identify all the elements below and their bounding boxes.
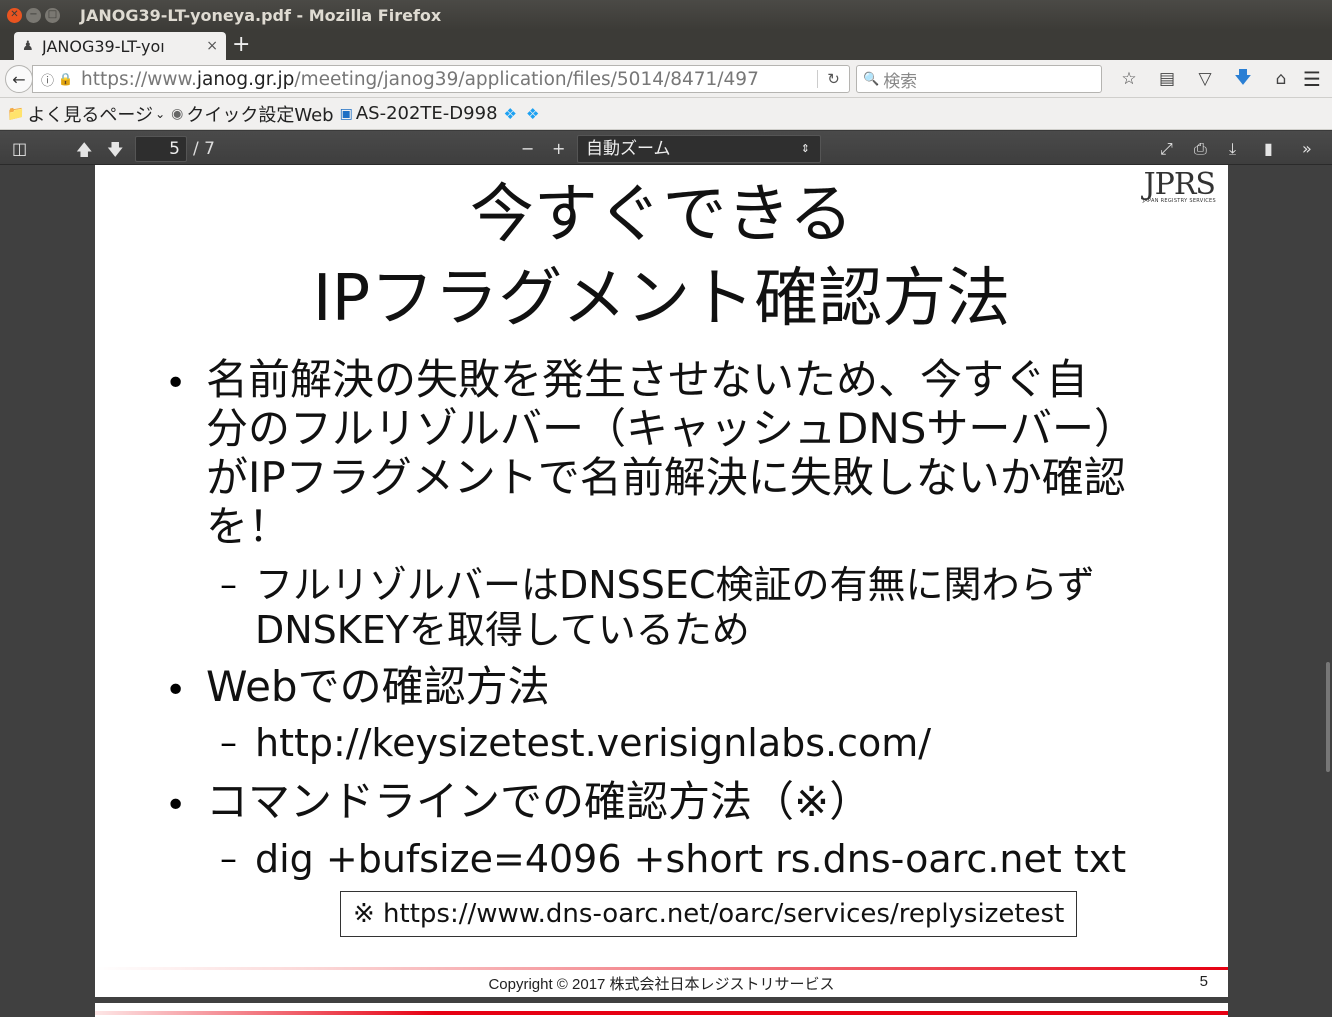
back-button[interactable]: ← xyxy=(5,65,33,93)
scrollbar-thumb[interactable] xyxy=(1326,662,1330,772)
next-page-header-line xyxy=(95,1011,1228,1015)
search-input[interactable]: 🔍 検索 xyxy=(856,65,1102,93)
zoom-out-button[interactable]: − xyxy=(521,139,534,158)
sub-bullet-marker: – xyxy=(220,723,237,763)
url-bar[interactable]: ⓘ 🔒 https://www.janog.gr.jp/meeting/jano… xyxy=(32,65,850,93)
pdf-icon: ♟ xyxy=(22,38,34,54)
pdf-toolbar: ◫ 🡅 🡇 5 / 7 − + 自動ズーム ⇕ ⤢ ⎙ ⤓ ▮ » xyxy=(0,131,1332,165)
print-icon[interactable]: ⎙ xyxy=(1194,139,1207,159)
select-arrow-icon: ⇕ xyxy=(800,142,810,155)
folder-icon: 📁 xyxy=(7,105,25,122)
slide-title-line: IPフラグメント確認方法 xyxy=(312,262,1011,336)
slide-title-line: 今すぐできる xyxy=(469,178,854,252)
minimize-window-button[interactable]: − xyxy=(26,7,41,23)
bookmark-label: よく見るページ xyxy=(27,104,154,126)
tab-strip: ♟ JANOG39-LT-yoı × + xyxy=(0,30,1332,60)
bullet-line: がIPフラグメントで名前解決に失敗しないか確認 xyxy=(206,453,1126,502)
previous-page-icon[interactable]: 🡅 xyxy=(76,139,92,166)
chevron-down-icon: ⌄ xyxy=(155,106,166,121)
pdf-viewer[interactable]: JPRS JAPAN REGISTRY SERVICES 今すぐできる IPフラ… xyxy=(0,165,1332,1017)
sub-bullet-text: フルリゾルバーはDNSSEC検証の有無に関わらず DNSKEYを取得しているため xyxy=(255,563,1095,653)
next-pdf-page xyxy=(95,1003,1228,1017)
sub-bullet-link: http://keysizetest.verisignlabs.com/ xyxy=(255,721,932,765)
reload-icon[interactable]: ↻ xyxy=(817,70,849,88)
zoom-value: 自動ズーム xyxy=(586,139,671,159)
sub-bullet-line: フルリゾルバーはDNSSEC検証の有無に関わらず xyxy=(255,563,1095,607)
maximize-window-button[interactable]: □ xyxy=(45,7,60,23)
bullet-line: 分のフルリゾルバー（キャッシュDNSサーバー） xyxy=(206,404,1137,453)
download-icon[interactable]: 🡇 xyxy=(1224,67,1262,91)
bookmark-twitter-2[interactable]: ❖ xyxy=(526,105,542,123)
sub-bullet-line: DNSKEYを取得しているため xyxy=(255,608,750,652)
presentation-mode-icon[interactable]: ⤢ xyxy=(1160,139,1173,159)
slide-page-number: 5 xyxy=(1199,973,1208,990)
globe-icon: ◉ xyxy=(171,105,184,122)
sidebar-toggle-icon[interactable]: ◫ xyxy=(12,139,27,158)
tab-label: JANOG39-LT-yoı xyxy=(42,36,165,56)
sub-bullet-marker: – xyxy=(220,565,237,605)
search-icon: 🔍 xyxy=(863,71,880,87)
next-page-icon[interactable]: 🡇 xyxy=(107,139,123,166)
bullet-text: 名前解決の失敗を発生させないため、今すぐ自 分のフルリゾルバー（キャッシュDNS… xyxy=(206,355,1136,551)
bookmark-twitter-1[interactable]: ❖ xyxy=(504,105,520,123)
bookmarks-bar: 📁 よく見るページ ⌄ ◉ クイック設定Web ▣ AS-202TE-D998 … xyxy=(0,98,1332,130)
bookmark-quick-settings[interactable]: ◉ クイック設定Web xyxy=(171,101,333,127)
as-icon: ▣ xyxy=(339,105,353,122)
footer-divider xyxy=(95,967,1228,970)
zoom-in-button[interactable]: + xyxy=(552,139,565,158)
copyright-text: Copyright © 2017 株式会社日本レジストリサービス xyxy=(488,976,835,993)
pdf-page: JPRS JAPAN REGISTRY SERVICES 今すぐできる IPフラ… xyxy=(95,165,1228,997)
bookmark-label: クイック設定Web xyxy=(186,104,334,126)
bullet-marker: • xyxy=(165,363,187,404)
info-icon[interactable]: ⓘ xyxy=(41,70,54,89)
bullet-marker: • xyxy=(165,785,187,826)
zoom-select[interactable]: 自動ズーム ⇕ xyxy=(577,135,821,163)
tab-close-icon[interactable]: × xyxy=(206,38,218,54)
pocket-icon[interactable]: ▽ xyxy=(1186,67,1224,91)
bullet-text: コマンドラインでの確認方法（※） xyxy=(206,777,872,826)
page-total: / 7 xyxy=(193,139,215,159)
reference-box: ※ https://www.dns-oarc.net/oarc/services… xyxy=(340,891,1077,937)
twitter-icon: ❖ xyxy=(525,104,540,123)
page-number-input[interactable]: 5 xyxy=(135,136,187,162)
sub-bullet-marker: – xyxy=(220,839,237,879)
tab-pdf[interactable]: ♟ JANOG39-LT-yoı × xyxy=(14,32,226,60)
lock-icon[interactable]: 🔒 xyxy=(58,72,73,86)
new-tab-button[interactable]: + xyxy=(232,33,250,57)
close-window-button[interactable]: ✕ xyxy=(7,7,22,23)
window-titlebar: ✕ − □ JANOG39-LT-yoneya.pdf - Mozilla Fi… xyxy=(0,0,1332,30)
window-title: JANOG39-LT-yoneya.pdf - Mozilla Firefox xyxy=(80,5,442,25)
bullet-text: Webでの確認方法 xyxy=(206,662,550,711)
search-placeholder: 検索 xyxy=(883,71,918,92)
url-text[interactable]: https://www.janog.gr.jp/meeting/janog39/… xyxy=(81,69,817,90)
save-icon[interactable]: ⤓ xyxy=(1229,139,1236,159)
bullet-line: 名前解決の失敗を発生させないため、今すぐ自 xyxy=(206,355,1089,404)
menu-icon[interactable]: ☰ xyxy=(1300,67,1324,91)
library-icon[interactable]: ▤ xyxy=(1148,67,1186,91)
sub-bullet-command: dig +bufsize=4096 +short rs.dns-oarc.net… xyxy=(255,837,1127,881)
bookmark-icon[interactable]: ▮ xyxy=(1264,139,1273,158)
bookmark-most-visited[interactable]: 📁 よく見るページ ⌄ xyxy=(7,101,165,127)
tools-icon[interactable]: » xyxy=(1302,139,1312,158)
bookmark-as-202te[interactable]: ▣ AS-202TE-D998 xyxy=(340,103,498,124)
home-icon[interactable]: ⌂ xyxy=(1262,67,1300,91)
navigation-bar: ← ⓘ 🔒 https://www.janog.gr.jp/meeting/ja… xyxy=(0,60,1332,98)
bullet-line: を！ xyxy=(206,502,291,551)
twitter-icon: ❖ xyxy=(503,104,517,123)
bookmark-label: AS-202TE-D998 xyxy=(355,103,498,124)
star-icon[interactable]: ☆ xyxy=(1110,67,1148,91)
slide-title: 今すぐできる IPフラグメント確認方法 xyxy=(95,173,1228,341)
bullet-marker: • xyxy=(165,670,187,711)
